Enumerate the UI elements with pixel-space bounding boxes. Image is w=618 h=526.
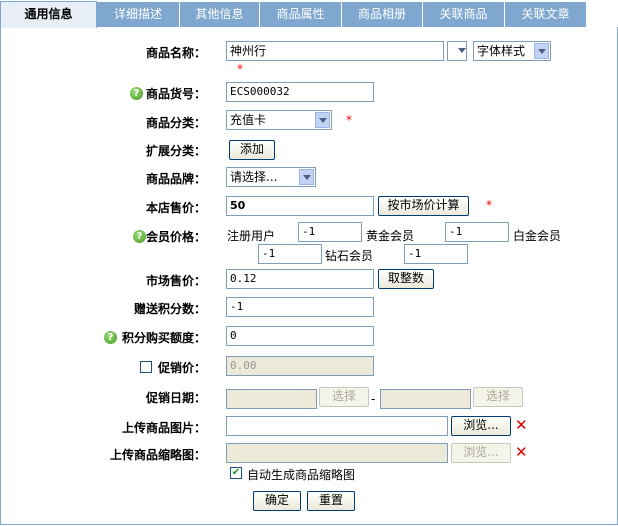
promote-end-input[interactable] [380, 389, 471, 409]
give-integral-input[interactable]: -1 [226, 297, 374, 317]
required-mark: * [346, 113, 352, 127]
category-label: 商品分类： [145, 116, 206, 130]
rank-name: 注册用户 [227, 229, 276, 243]
name-input[interactable]: 神州行 [226, 41, 444, 61]
tab-linked-goods[interactable]: 关联商品 [423, 2, 505, 27]
auto-thumb-label: 自动生成商品缩略图 [247, 468, 356, 482]
market-price-label: 市场售价： [145, 274, 206, 288]
shop-price-input[interactable]: 50 [226, 196, 374, 216]
rank-name: 白金会员 [513, 229, 562, 243]
browse-thumb-button[interactable]: 浏览... [451, 443, 511, 463]
round-integer-button[interactable]: 取整数 [378, 269, 434, 289]
calc-by-market-button[interactable]: 按市场价计算 [378, 196, 469, 216]
promote-date-label: 促销日期： [145, 391, 206, 405]
tab-bar: 通用信息 详细描述 其他信息 商品属性 商品相册 关联商品 关联文章 [0, 0, 618, 28]
goods-thumb-label: 上传商品缩略图： [109, 448, 206, 462]
tab-gallery[interactable]: 商品相册 [342, 2, 423, 27]
delete-x-icon[interactable]: ✕ [515, 443, 528, 461]
date-separator: - [371, 392, 376, 406]
rank-name: 钻石会员 [325, 249, 374, 263]
category-value: 充值卡 [230, 113, 267, 127]
goods-thumb-input[interactable] [226, 443, 448, 463]
add-category-button[interactable]: 添加 [229, 140, 275, 160]
sn-input[interactable]: ECS000032 [226, 82, 374, 102]
submit-button[interactable]: 确定 [253, 491, 301, 511]
rank-price-input[interactable]: -1 [404, 244, 468, 264]
font-style-value: 字体样式 [477, 44, 526, 58]
promote-label: 促销价： [157, 361, 206, 375]
member-price-label: 会员价格： [145, 230, 206, 244]
shop-price-label: 本店售价： [145, 201, 206, 215]
brand-label: 商品品牌： [145, 172, 206, 186]
start-date-select-button[interactable]: 选择 [319, 387, 369, 407]
required-mark: * [486, 198, 492, 212]
rank-price-input[interactable]: -1 [298, 222, 362, 242]
help-icon[interactable]: ? [104, 331, 117, 344]
required-mark: * [237, 62, 243, 76]
rank-price-input[interactable]: -1 [445, 222, 509, 242]
goods-img-input[interactable] [226, 416, 448, 436]
rank-name: 黄金会员 [366, 229, 415, 243]
integral-input[interactable]: 0 [226, 326, 374, 346]
chevron-down-icon [299, 169, 314, 185]
help-icon[interactable]: ? [130, 87, 143, 100]
delete-x-icon[interactable]: ✕ [515, 416, 528, 434]
tab-other[interactable]: 其他信息 [180, 2, 260, 27]
give-integral-label: 赠送积分数： [133, 302, 206, 316]
promote-start-input[interactable] [226, 389, 317, 409]
tab-attributes[interactable]: 商品属性 [260, 2, 342, 27]
color-picker[interactable] [447, 41, 467, 61]
integral-label: 积分购买额度： [121, 331, 206, 345]
end-date-select-button[interactable]: 选择 [473, 387, 523, 407]
chevron-down-icon [534, 43, 549, 59]
tab-detail[interactable]: 详细描述 [97, 2, 180, 27]
browse-img-button[interactable]: 浏览... [451, 416, 511, 436]
auto-thumb-checkbox[interactable]: ✔ [230, 467, 242, 479]
help-icon[interactable]: ? [133, 230, 146, 243]
market-price-input[interactable]: 0.12 [226, 269, 374, 289]
chevron-down-icon [455, 43, 466, 59]
promote-checkbox[interactable] [140, 361, 152, 373]
rank-price-input[interactable]: -1 [258, 244, 322, 264]
goods-img-label: 上传商品图片： [121, 421, 206, 435]
promote-price-input[interactable]: 0.00 [226, 356, 374, 376]
tab-general[interactable]: 通用信息 [0, 1, 97, 28]
ext-category-label: 扩展分类： [145, 144, 206, 158]
font-style-select[interactable]: 字体样式 [473, 41, 551, 61]
name-label: 商品名称： [145, 46, 206, 60]
brand-select[interactable]: 请选择... [226, 167, 316, 187]
brand-value: 请选择... [230, 170, 278, 184]
sn-label: 商品货号： [145, 87, 206, 101]
tab-linked-articles[interactable]: 关联文章 [505, 2, 587, 27]
category-select[interactable]: 充值卡 [226, 110, 332, 130]
reset-button[interactable]: 重置 [307, 491, 355, 511]
chevron-down-icon [315, 112, 330, 128]
